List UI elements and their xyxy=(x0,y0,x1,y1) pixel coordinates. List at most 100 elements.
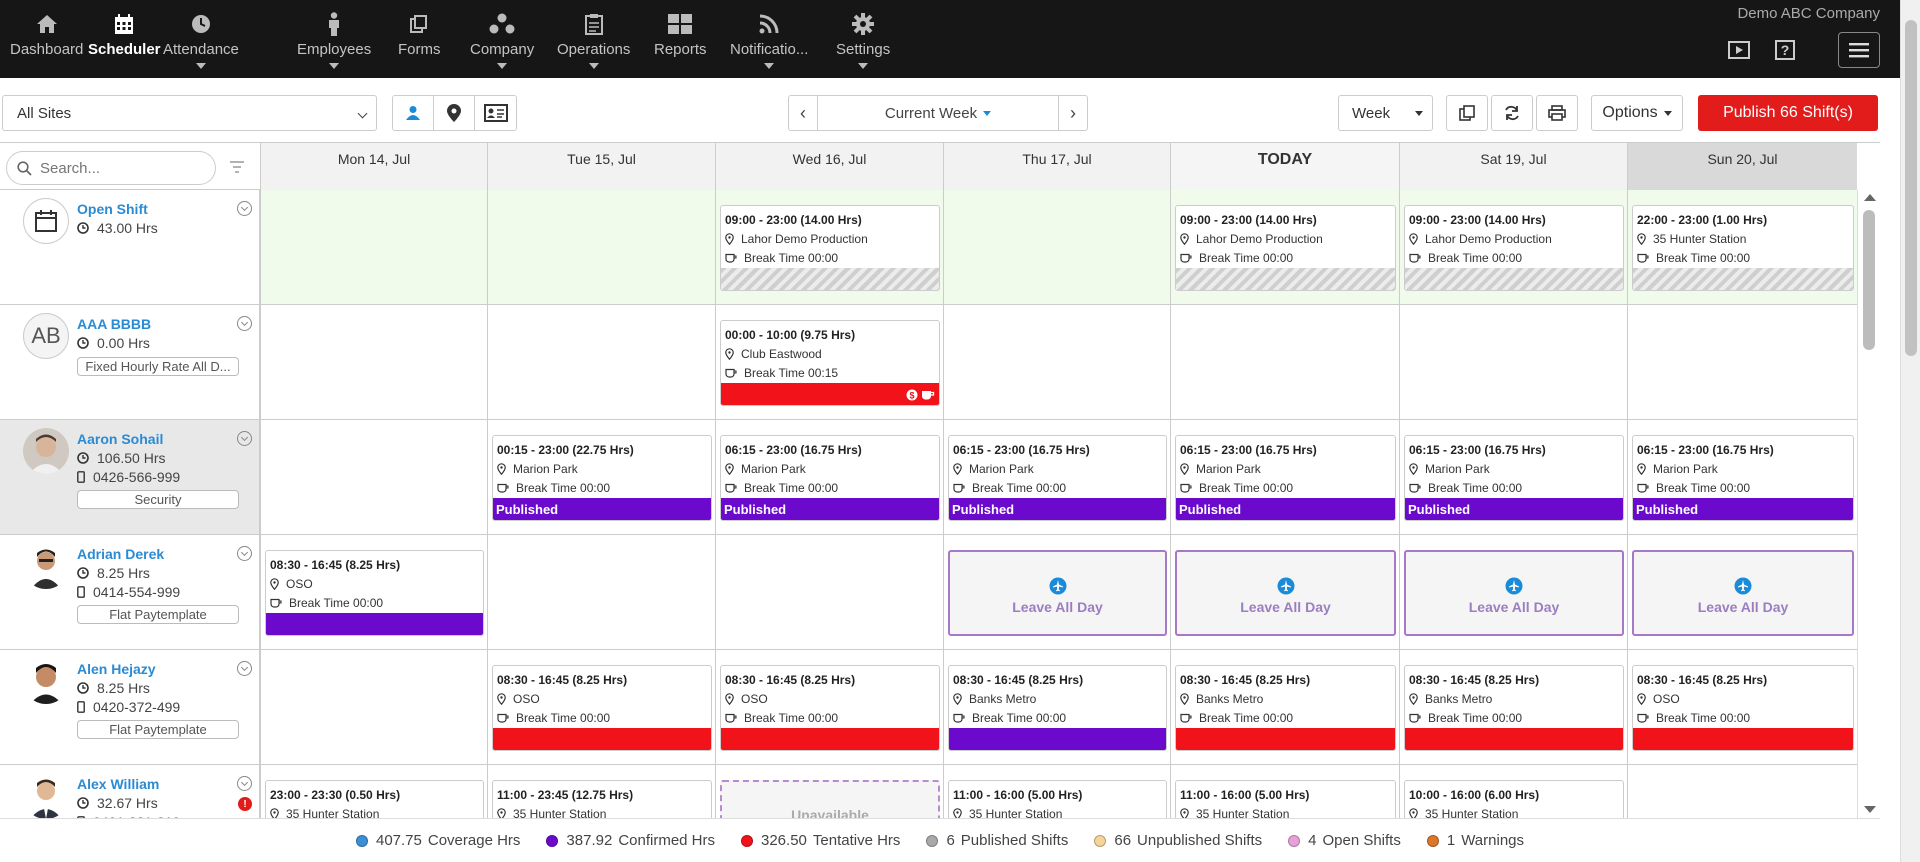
page-scrollbar[interactable] xyxy=(1900,0,1920,862)
shift-card[interactable]: 06:15 - 23:00 (16.75 Hrs) Marion Park Brea… xyxy=(1175,435,1396,521)
row-expand-toggle[interactable] xyxy=(237,431,252,446)
shift-card[interactable]: 08:30 - 16:45 (8.25 Hrs) OSO Break Time 00… xyxy=(720,665,940,751)
shift-card[interactable]: 06:15 - 23:00 (16.75 Hrs) Marion Park Brea… xyxy=(948,435,1167,521)
day-cell[interactable] xyxy=(487,305,715,419)
day-cell[interactable]: 11:00 - 16:00 (5.00 Hrs) 35 Hunter Statio… xyxy=(1170,765,1399,818)
employee-name[interactable]: Open Shift xyxy=(77,201,148,217)
day-cell[interactable]: 11:00 - 16:00 (5.00 Hrs) 35 Hunter Statio… xyxy=(943,765,1170,818)
day-cell[interactable]: 00:15 - 23:00 (22.75 Hrs) Marion Park Brea… xyxy=(487,420,715,534)
day-cell[interactable]: 08:30 - 16:45 (8.25 Hrs) OSO Break Time 00… xyxy=(1627,650,1857,764)
shift-card[interactable]: 08:30 - 16:45 (8.25 Hrs) Banks Metro Break… xyxy=(948,665,1167,751)
day-cell[interactable]: 06:15 - 23:00 (16.75 Hrs) Marion Park Brea… xyxy=(1627,420,1857,534)
shift-card[interactable]: 06:15 - 23:00 (16.75 Hrs) Marion Park Brea… xyxy=(1632,435,1854,521)
search-input[interactable] xyxy=(40,159,200,177)
nav-employees[interactable]: Employees xyxy=(297,0,371,78)
day-cell[interactable] xyxy=(943,305,1170,419)
day-cell[interactable]: 23:00 - 23:30 (0.50 Hrs) 35 Hunter Statio… xyxy=(260,765,487,818)
day-cell[interactable] xyxy=(260,650,487,764)
page-scrollbar-thumb[interactable] xyxy=(1905,20,1917,356)
day-cell[interactable] xyxy=(1399,305,1627,419)
shift-card[interactable]: 09:00 - 23:00 (14.00 Hrs) Lahor Demo Prod… xyxy=(720,205,940,291)
unavailable-card[interactable]: Unavailable xyxy=(720,780,940,818)
row-expand-toggle[interactable] xyxy=(237,201,252,216)
day-cell[interactable] xyxy=(1627,305,1857,419)
day-cell[interactable] xyxy=(943,190,1170,304)
filter-icon[interactable] xyxy=(229,161,245,173)
row-expand-toggle[interactable] xyxy=(237,546,252,561)
prev-week-button[interactable]: ‹ xyxy=(789,96,817,130)
position-view-button[interactable] xyxy=(475,96,516,130)
current-week-dropdown[interactable]: Current Week xyxy=(817,96,1059,130)
publish-shifts-button[interactable]: Publish 66 Shift(s) xyxy=(1698,95,1878,131)
video-tutorial-icon[interactable] xyxy=(1722,33,1756,67)
warning-icon[interactable]: ! xyxy=(238,797,252,811)
employee-name[interactable]: Alex William xyxy=(77,776,159,792)
grid-scrollbar-thumb[interactable] xyxy=(1863,210,1875,350)
nav-dashboard[interactable]: Dashboard xyxy=(10,0,83,78)
nav-notifications[interactable]: Notificatio... xyxy=(730,0,808,78)
employee-name[interactable]: Adrian Derek xyxy=(77,546,164,562)
next-week-button[interactable]: › xyxy=(1059,96,1087,130)
print-button[interactable] xyxy=(1536,95,1578,131)
day-cell[interactable]: Leave All Day xyxy=(1399,535,1627,649)
shift-card[interactable]: 23:00 - 23:30 (0.50 Hrs) 35 Hunter Statio… xyxy=(265,780,484,818)
grid-scrollbar[interactable] xyxy=(1857,190,1880,818)
shift-card[interactable]: 06:15 - 23:00 (16.75 Hrs) Marion Park Brea… xyxy=(1404,435,1624,521)
site-select[interactable]: All Sites xyxy=(2,95,377,131)
location-view-button[interactable] xyxy=(434,96,475,130)
day-cell[interactable]: 09:00 - 23:00 (14.00 Hrs) Lahor Demo Prod… xyxy=(715,190,943,304)
scroll-up-arrow-icon[interactable] xyxy=(1864,194,1876,201)
day-cell[interactable]: 08:30 - 16:45 (8.25 Hrs) Banks Metro Break… xyxy=(943,650,1170,764)
day-cell[interactable] xyxy=(260,190,487,304)
shift-card[interactable]: 00:15 - 23:00 (22.75 Hrs) Marion Park Brea… xyxy=(492,435,712,521)
day-cell[interactable]: 06:15 - 23:00 (16.75 Hrs) Marion Park Brea… xyxy=(1170,420,1399,534)
day-cell[interactable] xyxy=(487,190,715,304)
leave-card[interactable]: Leave All Day xyxy=(1632,550,1854,636)
shift-card[interactable]: 09:00 - 23:00 (14.00 Hrs) Lahor Demo Prod… xyxy=(1175,205,1396,291)
row-expand-toggle[interactable] xyxy=(237,316,252,331)
day-cell[interactable]: 22:00 - 23:00 (1.00 Hrs) 35 Hunter Statio… xyxy=(1627,190,1857,304)
day-cell[interactable]: Leave All Day xyxy=(943,535,1170,649)
day-cell[interactable]: Leave All Day xyxy=(1170,535,1399,649)
nav-forms[interactable]: Forms xyxy=(398,0,441,78)
day-cell[interactable]: 09:00 - 23:00 (14.00 Hrs) Lahor Demo Prod… xyxy=(1170,190,1399,304)
day-cell[interactable]: 08:30 - 16:45 (8.25 Hrs) Banks Metro Break… xyxy=(1170,650,1399,764)
leave-card[interactable]: Leave All Day xyxy=(948,550,1167,636)
shift-card[interactable]: 00:00 - 10:00 (9.75 Hrs) Club Eastwood Bre… xyxy=(720,320,940,406)
day-cell[interactable]: Unavailable xyxy=(715,765,943,818)
day-cell[interactable]: 08:30 - 16:45 (8.25 Hrs) OSO Break Time 00… xyxy=(487,650,715,764)
nav-operations[interactable]: Operations xyxy=(557,0,630,78)
employee-search[interactable] xyxy=(6,151,216,185)
scroll-down-arrow-icon[interactable] xyxy=(1864,806,1876,813)
day-cell[interactable]: 06:15 - 23:00 (16.75 Hrs) Marion Park Brea… xyxy=(1399,420,1627,534)
day-cell[interactable]: 00:00 - 10:00 (9.75 Hrs) Club Eastwood Bre… xyxy=(715,305,943,419)
row-expand-toggle[interactable] xyxy=(237,776,252,791)
shift-card[interactable]: 11:00 - 16:00 (5.00 Hrs) 35 Hunter Statio… xyxy=(948,780,1167,818)
day-cell[interactable] xyxy=(715,535,943,649)
employee-view-button[interactable] xyxy=(393,96,434,130)
employee-name[interactable]: Aaron Sohail xyxy=(77,431,163,447)
day-cell[interactable]: 08:30 - 16:45 (8.25 Hrs) OSO Break Time 00… xyxy=(715,650,943,764)
nav-reports[interactable]: Reports xyxy=(654,0,707,78)
day-cell[interactable] xyxy=(260,305,487,419)
refresh-button[interactable] xyxy=(1491,95,1533,131)
hamburger-menu-button[interactable] xyxy=(1838,32,1880,68)
day-cell[interactable]: 08:30 - 16:45 (8.25 Hrs) OSO Break Time 00… xyxy=(260,535,487,649)
day-cell[interactable]: 11:00 - 23:45 (12.75 Hrs) 35 Hunter Stati… xyxy=(487,765,715,818)
nav-attendance[interactable]: Attendance xyxy=(163,0,239,78)
nav-settings[interactable]: Settings xyxy=(836,0,890,78)
employee-name[interactable]: AAA BBBB xyxy=(77,316,151,332)
day-cell[interactable] xyxy=(487,535,715,649)
shift-card[interactable]: 11:00 - 16:00 (5.00 Hrs) 35 Hunter Statio… xyxy=(1175,780,1396,818)
leave-card[interactable]: Leave All Day xyxy=(1404,550,1624,636)
shift-card[interactable]: 22:00 - 23:00 (1.00 Hrs) 35 Hunter Statio… xyxy=(1632,205,1854,291)
day-cell[interactable]: 06:15 - 23:00 (16.75 Hrs) Marion Park Brea… xyxy=(943,420,1170,534)
shift-card[interactable]: 08:30 - 16:45 (8.25 Hrs) OSO Break Time 00… xyxy=(492,665,712,751)
shift-card[interactable]: 11:00 - 23:45 (12.75 Hrs) 35 Hunter Stati… xyxy=(492,780,712,818)
day-cell[interactable] xyxy=(1170,305,1399,419)
copy-week-button[interactable] xyxy=(1446,95,1488,131)
row-expand-toggle[interactable] xyxy=(237,661,252,676)
options-dropdown-button[interactable]: Options xyxy=(1591,95,1683,131)
leave-card[interactable]: Leave All Day xyxy=(1175,550,1396,636)
shift-card[interactable]: 08:30 - 16:45 (8.25 Hrs) OSO Break Time 00… xyxy=(265,550,484,636)
